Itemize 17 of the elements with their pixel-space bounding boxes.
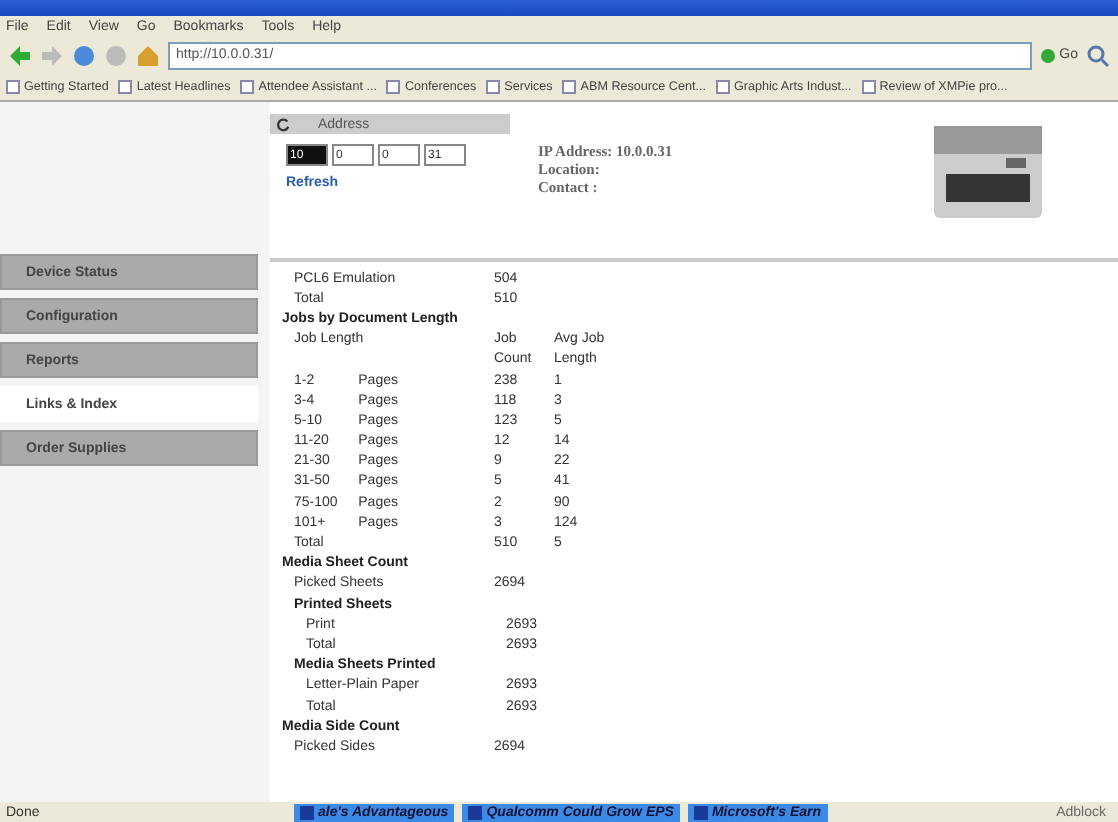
page-icon [386,80,401,94]
page-icon [486,80,501,94]
go-icon [1039,47,1056,63]
back-icon[interactable] [8,43,32,67]
page-icon [861,80,876,94]
app-icon [693,806,708,820]
page-icon [562,80,577,94]
refresh-icon [276,117,290,131]
search-icon[interactable] [1086,43,1110,67]
page-icon [6,80,20,94]
page-icon [715,80,730,94]
page-icon [118,80,133,94]
page-icon [240,80,255,94]
app-icon [468,806,483,820]
home-icon[interactable] [136,43,160,67]
app-icon [300,806,314,820]
forward-icon[interactable] [40,43,64,67]
